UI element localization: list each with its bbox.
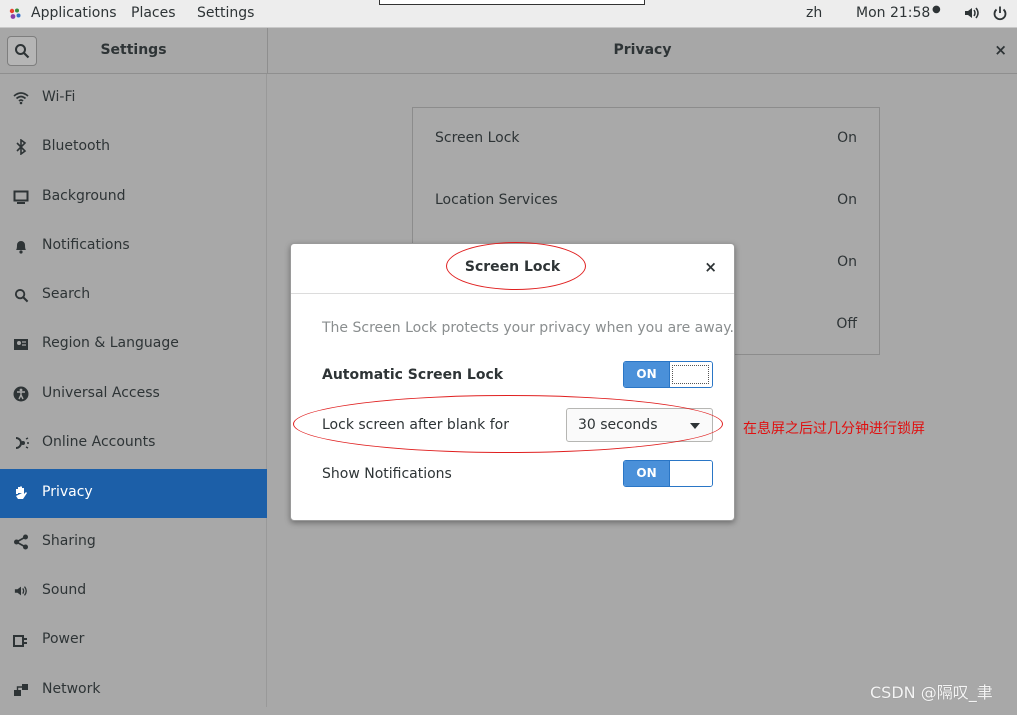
gnome-foot-icon xyxy=(9,8,21,19)
privacy-row-label: Screen Lock xyxy=(435,130,520,146)
sidebar-item-label: Privacy xyxy=(42,484,93,500)
sidebar-item-label: Wi-Fi xyxy=(42,89,76,105)
sidebar-item-sound[interactable]: Sound xyxy=(0,567,267,616)
power-plug-icon xyxy=(12,631,30,649)
online-accounts-icon xyxy=(12,434,30,452)
close-window-button[interactable]: × xyxy=(994,41,1007,59)
flag-icon xyxy=(12,335,30,353)
sidebar-item-label: Power xyxy=(42,631,85,647)
speaker-icon[interactable] xyxy=(963,5,981,25)
clock-dot-icon: ● xyxy=(932,4,941,15)
hand-icon xyxy=(12,484,30,502)
privacy-row-location-services[interactable]: Location Services On xyxy=(413,170,879,232)
sidebar-item-privacy[interactable]: Privacy xyxy=(0,469,267,518)
annotation-text: 在息屏之后过几分钟进行锁屏 xyxy=(743,421,925,437)
sidebar-item-label: Bluetooth xyxy=(42,138,110,154)
auto-lock-label: Automatic Screen Lock xyxy=(322,367,504,383)
monitor-icon xyxy=(12,188,30,206)
show-notifications-label: Show Notifications xyxy=(322,466,452,482)
switch-on-label: ON xyxy=(624,362,669,387)
accessibility-icon xyxy=(12,385,30,403)
places-menu[interactable]: Places xyxy=(131,5,176,21)
screenshot-frame xyxy=(379,0,645,5)
annotation-ellipse-delay xyxy=(293,395,723,453)
sidebar-item-label: Universal Access xyxy=(42,385,160,401)
clock[interactable]: Mon 21:58 xyxy=(856,5,930,21)
header-bar: Settings Privacy × xyxy=(0,28,1017,74)
applications-menu[interactable]: Applications xyxy=(31,5,117,21)
dialog-description: The Screen Lock protects your privacy wh… xyxy=(322,320,735,336)
power-icon[interactable] xyxy=(992,5,1008,25)
wifi-icon xyxy=(12,89,30,107)
sidebar-item-label: Online Accounts xyxy=(42,434,156,450)
top-bar: Applications Places Settings zh Mon 21:5… xyxy=(0,0,1017,28)
sidebar-item-label: Search xyxy=(42,286,91,302)
privacy-row-value: On xyxy=(837,254,857,270)
sidebar-item-background[interactable]: Background xyxy=(0,173,267,222)
sidebar-item-power[interactable]: Power xyxy=(0,616,267,665)
sidebar-item-label: Background xyxy=(42,188,126,204)
network-icon xyxy=(12,681,30,699)
close-dialog-button[interactable]: × xyxy=(704,258,717,276)
sidebar-item-online-accounts[interactable]: Online Accounts xyxy=(0,419,267,468)
bluetooth-icon xyxy=(12,138,30,156)
sidebar-item-bluetooth[interactable]: Bluetooth xyxy=(0,123,267,172)
settings-title: Settings xyxy=(100,42,167,58)
switch-knob xyxy=(669,362,712,387)
switch-on-label: ON xyxy=(624,461,669,486)
speaker-icon xyxy=(12,582,30,600)
annotation-ellipse-title xyxy=(446,242,586,290)
sidebar-item-sharing[interactable]: Sharing xyxy=(0,518,267,567)
privacy-row-value: On xyxy=(837,192,857,208)
sidebar-item-search[interactable]: Search xyxy=(0,271,267,320)
sidebar-item-label: Sharing xyxy=(42,533,96,549)
sidebar-item-label: Sound xyxy=(42,582,87,598)
privacy-row-value: On xyxy=(837,130,857,146)
sidebar: Wi-Fi Bluetooth Background Notifications… xyxy=(0,74,267,707)
sidebar-item-notifications[interactable]: Notifications xyxy=(0,222,267,271)
search-icon xyxy=(12,286,30,304)
auto-lock-switch[interactable]: ON xyxy=(623,361,713,388)
sidebar-item-wifi[interactable]: Wi-Fi xyxy=(0,74,267,123)
bell-icon xyxy=(12,237,30,255)
sidebar-item-label: Notifications xyxy=(42,237,130,253)
watermark: CSDN @隔叹_聿 xyxy=(870,683,993,702)
share-icon xyxy=(12,533,30,551)
sidebar-item-label: Region & Language xyxy=(42,335,179,351)
switch-knob xyxy=(669,461,712,486)
privacy-row-label: Location Services xyxy=(435,192,558,208)
input-method-indicator[interactable]: zh xyxy=(806,5,822,21)
sidebar-item-network[interactable]: Network xyxy=(0,666,267,715)
show-notifications-switch[interactable]: ON xyxy=(623,460,713,487)
panel-title: Privacy xyxy=(613,42,672,58)
settings-app-menu[interactable]: Settings xyxy=(197,5,254,21)
sidebar-item-universal-access[interactable]: Universal Access xyxy=(0,370,267,419)
privacy-row-value: Off xyxy=(836,316,857,332)
sidebar-item-region-language[interactable]: Region & Language xyxy=(0,320,267,369)
sidebar-item-label: Network xyxy=(42,681,101,697)
privacy-row-screen-lock[interactable]: Screen Lock On xyxy=(413,108,879,170)
